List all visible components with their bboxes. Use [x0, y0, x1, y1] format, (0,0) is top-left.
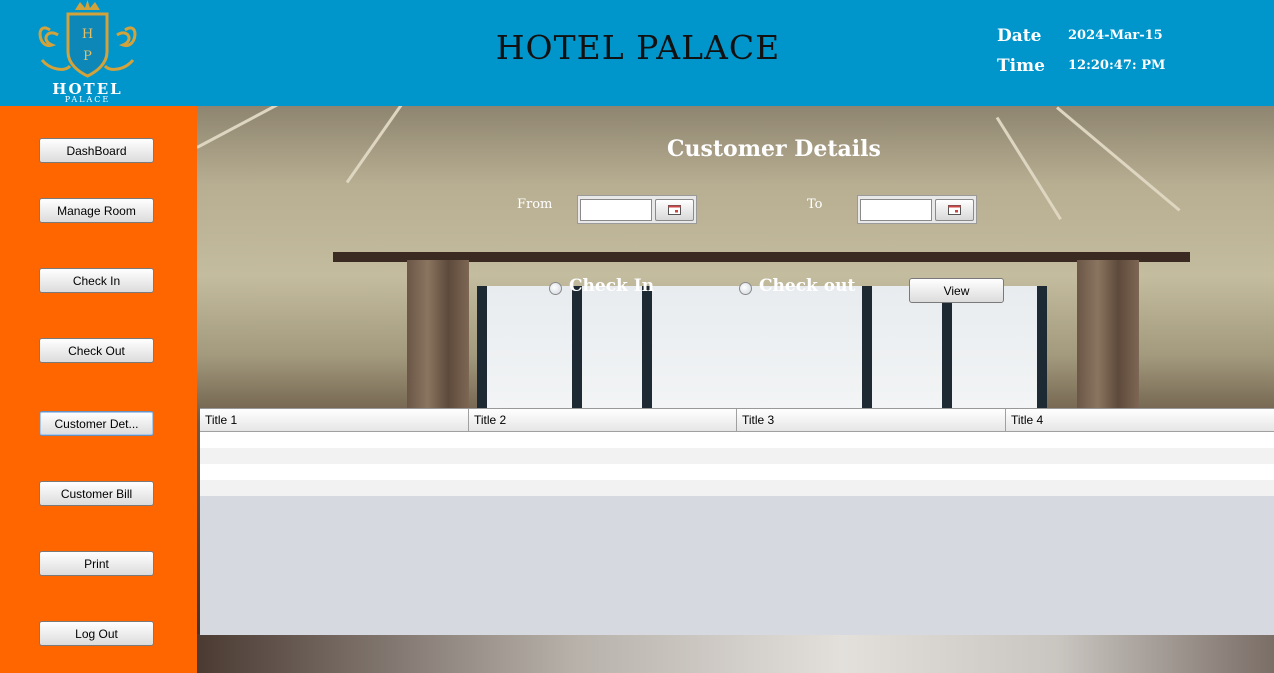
ceiling-beam [995, 116, 1062, 221]
time-label: Time [997, 56, 1045, 76]
ceiling-beam [345, 106, 418, 184]
column-header[interactable]: Title 4 [1006, 409, 1274, 431]
customer-bill-button[interactable]: Customer Bill [39, 481, 154, 506]
table-row[interactable] [200, 480, 1274, 496]
date-label: Date [997, 26, 1042, 46]
date-value: 2024-Mar-15 [1068, 28, 1163, 43]
from-label: From [517, 197, 553, 212]
table-header: Title 1 Title 2 Title 3 Title 4 [200, 409, 1274, 432]
curtain-right [1077, 260, 1139, 408]
calendar-icon [668, 205, 681, 215]
to-date-picker [857, 195, 977, 224]
from-date-input[interactable] [580, 199, 652, 221]
window-frame [942, 286, 952, 408]
ceiling-beam [197, 106, 392, 149]
check-in-radio-label[interactable]: Check In [569, 276, 654, 296]
manage-room-button[interactable]: Manage Room [39, 198, 154, 223]
customer-details-button[interactable]: Customer Det... [39, 411, 154, 436]
to-label: To [807, 197, 823, 212]
window-frame [477, 286, 487, 408]
table-row[interactable] [200, 464, 1274, 480]
from-calendar-button[interactable] [655, 199, 694, 221]
curtain-left [407, 260, 469, 408]
sidebar: DashBoard Manage Room Check In Check Out… [0, 106, 197, 673]
column-header[interactable]: Title 2 [469, 409, 737, 431]
window-frame [1037, 286, 1047, 408]
logo-subtitle: PALACE [64, 95, 111, 104]
logo-initial-p: P [83, 49, 92, 64]
view-button[interactable]: View [909, 278, 1004, 303]
table-row[interactable] [200, 448, 1274, 464]
calendar-icon [948, 205, 961, 215]
check-in-button[interactable]: Check In [39, 268, 154, 293]
window-frame [642, 286, 652, 408]
check-out-radio[interactable] [739, 282, 752, 295]
window-frame [862, 286, 872, 408]
ceiling-beam [1056, 106, 1181, 212]
to-date-input[interactable] [860, 199, 932, 221]
print-button[interactable]: Print [39, 551, 154, 576]
check-in-radio[interactable] [549, 282, 562, 295]
bed-image [197, 634, 1274, 673]
check-out-button[interactable]: Check Out [39, 338, 154, 363]
dashboard-button[interactable]: DashBoard [39, 138, 154, 163]
window-frame [572, 286, 582, 408]
log-out-button[interactable]: Log Out [39, 621, 154, 646]
column-header[interactable]: Title 3 [737, 409, 1006, 431]
time-value: 12:20:47: PM [1068, 58, 1166, 73]
to-calendar-button[interactable] [935, 199, 974, 221]
main-panel: Customer Details From To Check In Check … [197, 106, 1274, 673]
column-header[interactable]: Title 1 [200, 409, 469, 431]
page-title: Customer Details [667, 136, 881, 162]
check-out-radio-label[interactable]: Check out [759, 276, 855, 296]
app-title: HOTEL PALACE [495, 28, 781, 67]
window-view [477, 286, 1047, 408]
logo-initial-h: H [82, 27, 93, 42]
customer-table[interactable]: Title 1 Title 2 Title 3 Title 4 [200, 408, 1274, 635]
from-date-picker [577, 195, 697, 224]
header-bar: H P HOTEL PALACE HOTEL PALACE Date 2024-… [0, 0, 1274, 106]
table-row[interactable] [200, 432, 1274, 448]
